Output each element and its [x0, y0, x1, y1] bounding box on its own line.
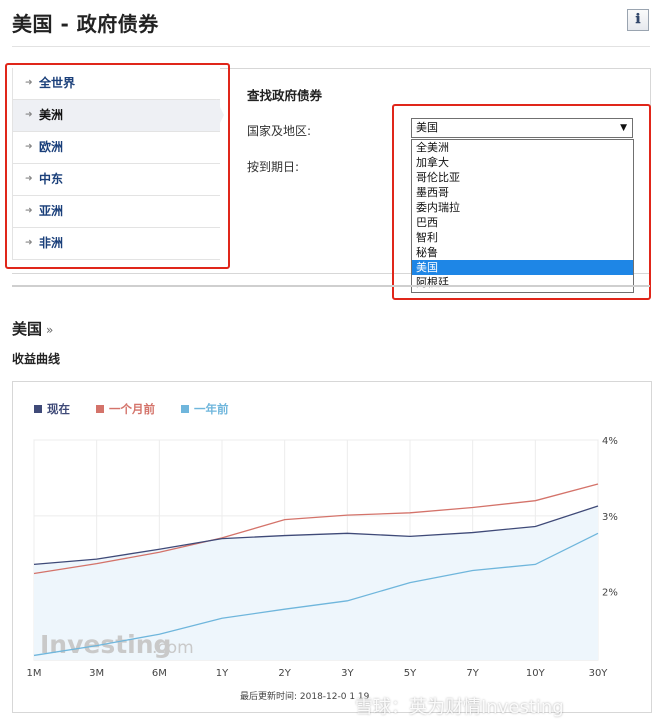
x-tick-label: 1Y	[216, 668, 229, 679]
x-tick-label: 3M	[89, 668, 104, 679]
x-tick-label: 2Y	[278, 668, 291, 679]
y-tick-label: 2%	[602, 588, 618, 599]
x-tick-label: 5Y	[404, 668, 417, 679]
yield-curve-chart: 4%3%2%1M 3M 6M 1Y 2Y 3Y 5Y 7Y 10Y 30YInvesting.co…	[27, 436, 618, 679]
y-tick-label: 4%	[602, 436, 618, 447]
last-updated-text: 最后更新时间: 2018-12-0 1 19	[240, 692, 370, 702]
y-tick-label: 3%	[602, 512, 618, 523]
source-watermark: 雪球：英为财情Investing	[355, 697, 564, 718]
x-tick-label: 3Y	[341, 668, 354, 679]
x-tick-label: 6M	[152, 668, 167, 679]
x-tick-label: 7Y	[466, 668, 479, 679]
x-tick-label: 10Y	[526, 668, 546, 679]
investing-logo-watermark-suffix: .com	[152, 638, 194, 658]
x-tick-label: 30Y	[589, 668, 609, 679]
x-tick-label: 1M	[27, 668, 42, 679]
